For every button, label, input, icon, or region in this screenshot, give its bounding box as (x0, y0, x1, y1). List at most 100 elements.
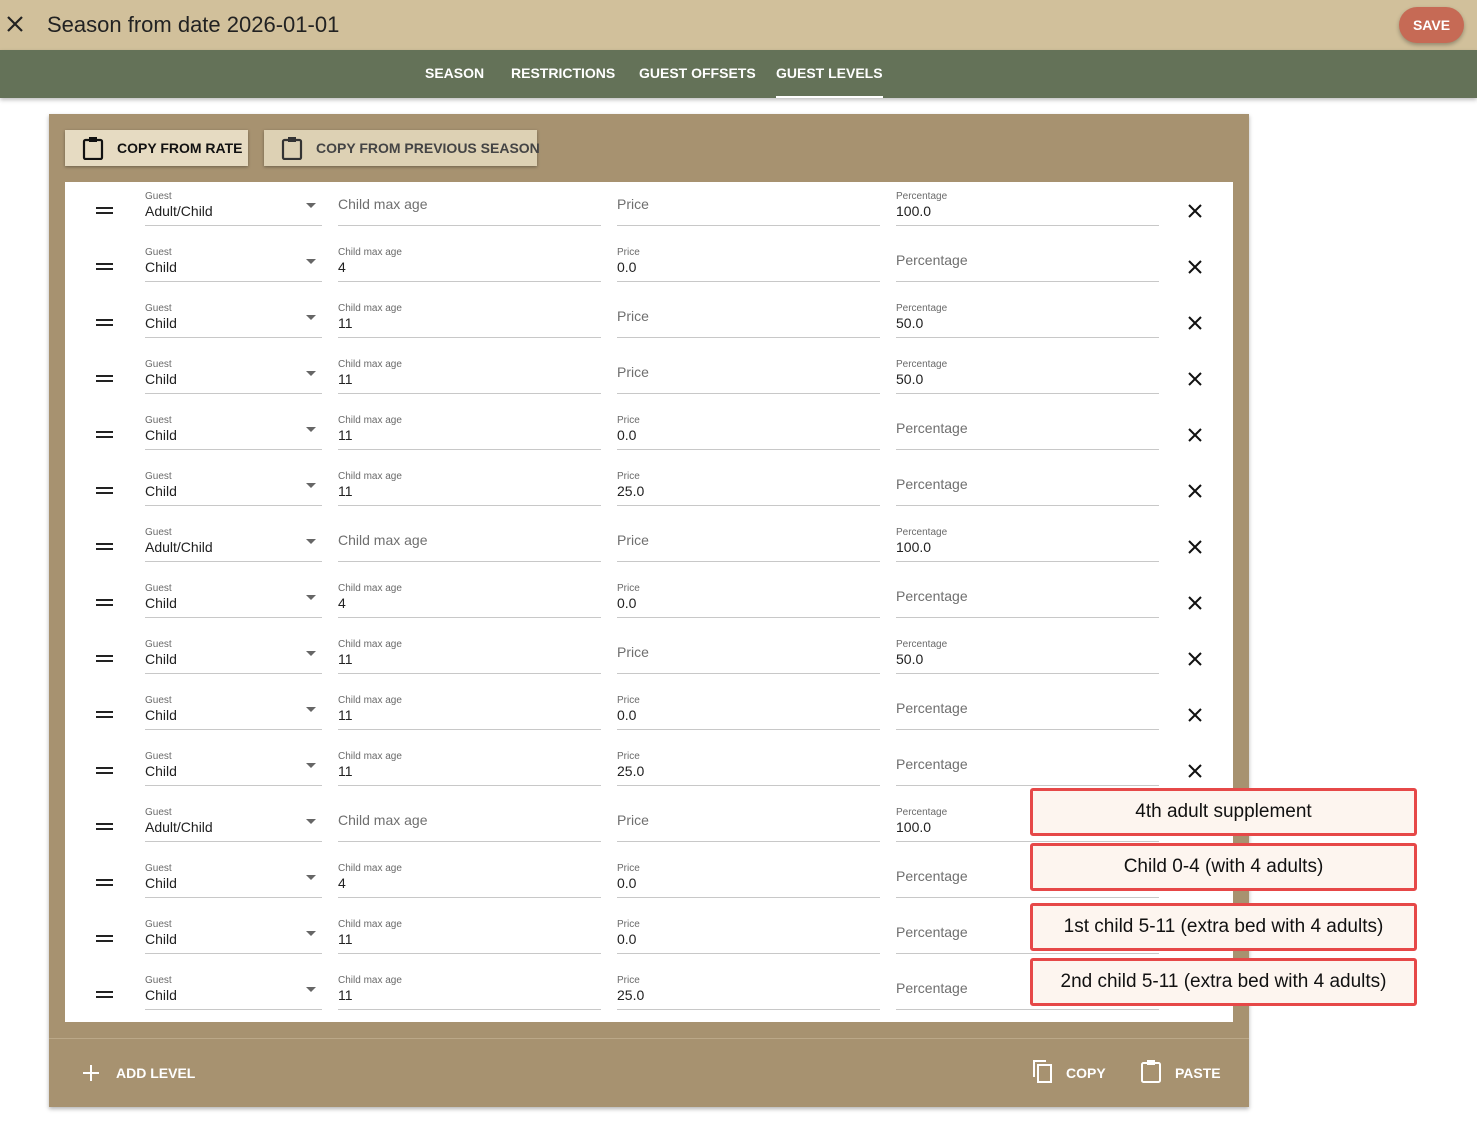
guest-select[interactable]: Guest Child (145, 462, 322, 506)
percentage-input[interactable]: Percentage 100.0 (896, 182, 1159, 226)
child-max-age-input[interactable]: Child max age 11 (338, 630, 601, 674)
delete-row-icon[interactable] (1186, 482, 1204, 500)
child-max-age-input[interactable]: Child max age (338, 518, 601, 562)
guest-select[interactable]: Guest Adult/Child (145, 518, 322, 562)
percentage-input[interactable]: Percentage (896, 406, 1159, 450)
drag-handle-icon[interactable] (96, 487, 113, 495)
dropdown-arrow-icon (306, 875, 316, 880)
child-max-age-input[interactable]: Child max age 11 (338, 966, 601, 1010)
guest-select[interactable]: Guest Child (145, 854, 322, 898)
copy-from-previous-season-button[interactable]: COPY FROM PREVIOUS SEASON (264, 130, 540, 166)
price-input[interactable]: Price (617, 798, 880, 842)
guest-select[interactable]: Guest Child (145, 686, 322, 730)
percentage-input[interactable]: Percentage 50.0 (896, 630, 1159, 674)
percentage-input[interactable]: Percentage (896, 238, 1159, 282)
guest-select[interactable]: Guest Child (145, 966, 322, 1010)
drag-handle-icon[interactable] (96, 655, 113, 663)
child-max-age-input[interactable]: Child max age 11 (338, 910, 601, 954)
drag-handle-icon[interactable] (96, 543, 113, 551)
child-max-age-input[interactable]: Child max age 11 (338, 294, 601, 338)
delete-row-icon[interactable] (1186, 370, 1204, 388)
child-max-age-input[interactable]: Child max age 4 (338, 854, 601, 898)
guest-select[interactable]: Guest Child (145, 350, 322, 394)
guest-select[interactable]: Guest Child (145, 910, 322, 954)
delete-row-icon[interactable] (1186, 426, 1204, 444)
drag-handle-icon[interactable] (96, 711, 113, 719)
annotation-callout: Child 0-4 (with 4 adults) (1030, 843, 1417, 891)
price-input[interactable]: Price 0.0 (617, 406, 880, 450)
child-max-age-input[interactable]: Child max age 4 (338, 574, 601, 618)
price-input[interactable]: Price (617, 630, 880, 674)
delete-row-icon[interactable] (1186, 538, 1204, 556)
guest-select[interactable]: Guest Adult/Child (145, 182, 322, 226)
price-input[interactable]: Price (617, 182, 880, 226)
drag-handle-icon[interactable] (96, 263, 113, 271)
child-max-age-input[interactable]: Child max age 11 (338, 406, 601, 450)
drag-handle-icon[interactable] (96, 431, 113, 439)
drag-handle-icon[interactable] (96, 823, 113, 831)
price-input[interactable]: Price 0.0 (617, 910, 880, 954)
drag-handle-icon[interactable] (96, 207, 113, 215)
price-input[interactable]: Price 0.0 (617, 686, 880, 730)
guest-select[interactable]: Guest Child (145, 238, 322, 282)
guest-select[interactable]: Guest Child (145, 406, 322, 450)
delete-row-icon[interactable] (1186, 258, 1204, 276)
copy-button[interactable]: COPY (1029, 1058, 1109, 1086)
child-max-age-input[interactable]: Child max age (338, 798, 601, 842)
guest-select-value: Child (145, 259, 177, 275)
guest-select[interactable]: Guest Adult/Child (145, 798, 322, 842)
drag-handle-icon[interactable] (96, 991, 113, 999)
percentage-input[interactable]: Percentage (896, 462, 1159, 506)
percentage-input[interactable]: Percentage 50.0 (896, 294, 1159, 338)
dropdown-arrow-icon (306, 427, 316, 432)
close-icon[interactable] (4, 13, 26, 35)
child-max-age-input[interactable]: Child max age 4 (338, 238, 601, 282)
guest-select[interactable]: Guest Child (145, 294, 322, 338)
save-button[interactable]: SAVE (1399, 7, 1464, 43)
delete-row-icon[interactable] (1186, 202, 1204, 220)
guest-select-value: Adult/Child (145, 539, 213, 555)
price-input[interactable]: Price 25.0 (617, 966, 880, 1010)
drag-handle-icon[interactable] (96, 767, 113, 775)
percentage-input[interactable]: Percentage (896, 686, 1159, 730)
child-max-age-input[interactable]: Child max age 11 (338, 350, 601, 394)
tab-guest-offsets[interactable]: GUEST OFFSETS (639, 50, 756, 98)
percentage-input[interactable]: Percentage (896, 574, 1159, 618)
drag-handle-icon[interactable] (96, 319, 113, 327)
price-input[interactable]: Price 25.0 (617, 742, 880, 786)
tab-season[interactable]: SEASON (425, 50, 484, 98)
price-input[interactable]: Price 0.0 (617, 574, 880, 618)
price-input[interactable]: Price 25.0 (617, 462, 880, 506)
child-max-age-input[interactable]: Child max age (338, 182, 601, 226)
price-input[interactable]: Price (617, 518, 880, 562)
copy-from-rate-button[interactable]: COPY FROM RATE (65, 130, 248, 166)
price-input-label: Price (617, 583, 640, 594)
drag-handle-icon[interactable] (96, 935, 113, 943)
percentage-input[interactable]: Percentage (896, 742, 1159, 786)
price-input[interactable]: Price (617, 294, 880, 338)
price-input[interactable]: Price 0.0 (617, 854, 880, 898)
percentage-input[interactable]: Percentage 100.0 (896, 518, 1159, 562)
drag-handle-icon[interactable] (96, 375, 113, 383)
child-max-age-input-value: 11 (338, 483, 353, 499)
drag-handle-icon[interactable] (96, 599, 113, 607)
child-max-age-input[interactable]: Child max age 11 (338, 742, 601, 786)
delete-row-icon[interactable] (1186, 762, 1204, 780)
delete-row-icon[interactable] (1186, 650, 1204, 668)
tab-restrictions[interactable]: RESTRICTIONS (511, 50, 615, 98)
paste-button[interactable]: PASTE (1138, 1058, 1228, 1086)
guest-select[interactable]: Guest Child (145, 574, 322, 618)
delete-row-icon[interactable] (1186, 706, 1204, 724)
guest-select[interactable]: Guest Child (145, 742, 322, 786)
price-input[interactable]: Price 0.0 (617, 238, 880, 282)
delete-row-icon[interactable] (1186, 594, 1204, 612)
child-max-age-input[interactable]: Child max age 11 (338, 462, 601, 506)
guest-select[interactable]: Guest Child (145, 630, 322, 674)
child-max-age-input[interactable]: Child max age 11 (338, 686, 601, 730)
price-input[interactable]: Price (617, 350, 880, 394)
tab-guest-levels[interactable]: GUEST LEVELS (776, 50, 883, 98)
delete-row-icon[interactable] (1186, 314, 1204, 332)
percentage-input[interactable]: Percentage 50.0 (896, 350, 1159, 394)
guest-level-row: Guest Child Child max age 11 Price Percentage… (65, 294, 1233, 350)
drag-handle-icon[interactable] (96, 879, 113, 887)
